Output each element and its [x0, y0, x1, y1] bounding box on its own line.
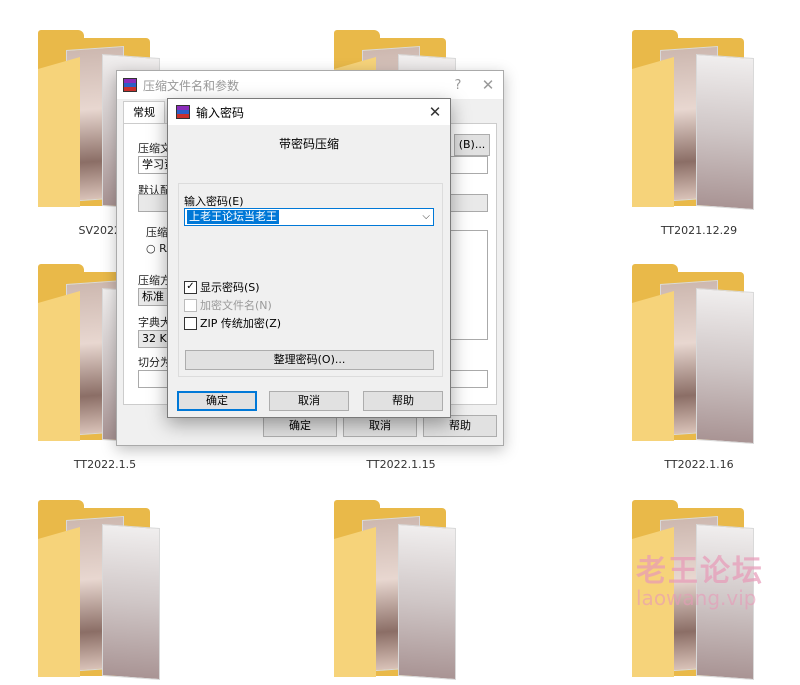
close-icon[interactable]: ✕ [473, 76, 503, 94]
folder-bottom-left[interactable] [30, 500, 180, 685]
password-input[interactable]: 上老王论坛当老王 ⌵ [184, 208, 434, 226]
archive-ok-button[interactable]: 确定 [263, 415, 337, 437]
folder-label: TT2022.1.15 [366, 458, 436, 471]
archive-help-button[interactable]: 帮助 [423, 415, 497, 437]
password-dialog-heading: 带密码压缩 [278, 137, 339, 151]
archive-dialog-titlebar: 压缩文件名和参数 ? ✕ [117, 71, 503, 100]
folder-label: TT2022.1.5 [73, 458, 137, 471]
zip-legacy-checkbox[interactable]: ZIP 传统加密(Z) [184, 315, 281, 331]
folder-tt2022-1-16[interactable]: TT2022.1.16 [624, 264, 774, 471]
password-dialog-title: 输入密码 [196, 105, 245, 120]
close-icon[interactable]: ✕ [420, 103, 450, 121]
show-password-label: 显示密码(S) [200, 281, 260, 294]
folder-tt2021-12-29[interactable]: TT2021.12.29 [624, 30, 774, 237]
password-help-button[interactable]: 帮助 [363, 391, 443, 411]
password-label: 输入密码(E) [184, 195, 244, 208]
thumbnail-image [102, 523, 160, 681]
checkmark-icon: ✓ [184, 280, 197, 294]
password-value: 上老王论坛当老王 [187, 210, 279, 224]
encrypt-filenames-checkbox[interactable]: 加密文件名(N) [184, 297, 272, 313]
archive-dialog-title: 压缩文件名和参数 [143, 78, 240, 93]
password-cancel-button[interactable]: 取消 [269, 391, 349, 411]
thumbnail-image [696, 287, 754, 445]
winrar-icon [123, 78, 137, 92]
chevron-down-icon[interactable]: ⌵ [422, 209, 430, 225]
organize-passwords-button[interactable]: 整理密码(O)... [185, 350, 434, 370]
browse-button[interactable]: (B)... [454, 134, 490, 156]
watermark-url: laowang.vip [636, 586, 757, 610]
password-ok-button[interactable]: 确定 [177, 391, 257, 411]
folder-bottom-middle[interactable] [326, 500, 476, 685]
encrypt-filenames-label: 加密文件名(N) [200, 299, 272, 312]
thumbnail-image [696, 53, 754, 211]
folder-label: TT2022.1.16 [664, 458, 734, 471]
show-password-checkbox[interactable]: ✓ 显示密码(S) [184, 279, 260, 295]
folder-label: TT2021.12.29 [660, 224, 738, 237]
help-question-button[interactable]: ? [443, 78, 473, 93]
zip-legacy-label: ZIP 传统加密(Z) [200, 317, 282, 330]
watermark-text: 老王论坛 [636, 554, 764, 589]
thumbnail-image [398, 523, 456, 681]
tab-general[interactable]: 常规 [123, 101, 165, 124]
format-group-label: 压缩 [146, 226, 168, 239]
password-dialog-titlebar: 输入密码 ✕ [168, 99, 450, 125]
winrar-icon [176, 105, 190, 119]
archive-cancel-button[interactable]: 取消 [343, 415, 417, 437]
password-dialog: 输入密码 ✕ 带密码压缩 输入密码(E) 上老王论坛当老王 ⌵ ✓ 显示密码(S… [167, 98, 451, 418]
